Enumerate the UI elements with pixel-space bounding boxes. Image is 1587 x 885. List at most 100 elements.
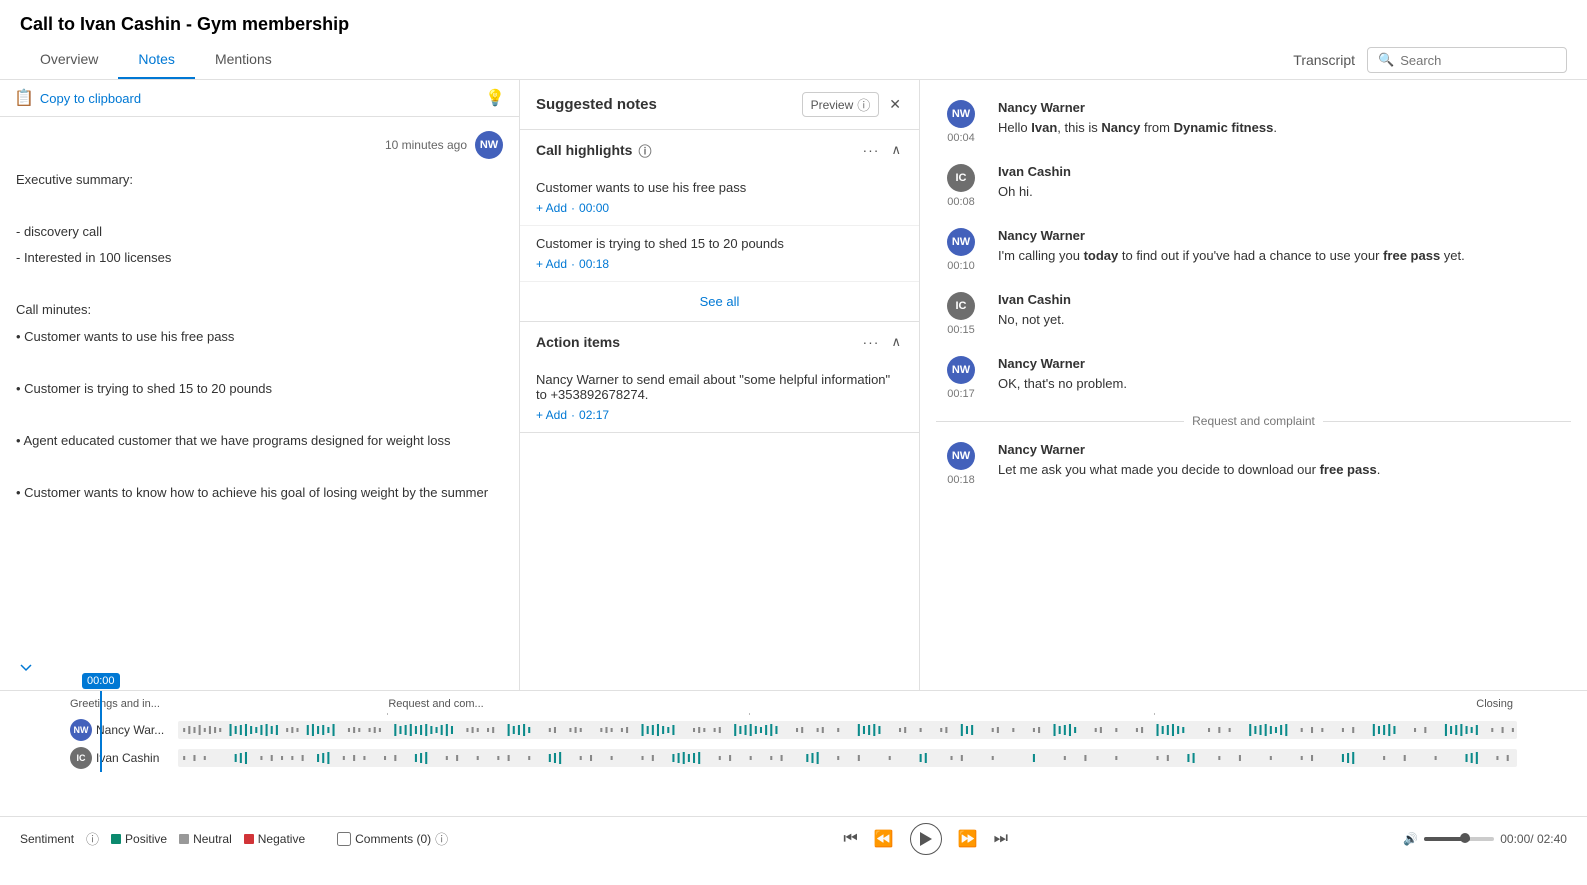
suggested-body: Call highlights Customer wants to use hi… [520,130,919,690]
track-avatar-nw: NW [70,719,92,741]
speaker-ic-1: Ivan Cashin [998,164,1571,179]
search-input[interactable] [1400,53,1556,68]
action-items-section: Action items Nancy Warner to send email … [520,322,919,433]
highlights-title: Call highlights [536,142,632,158]
search-icon: 🔍 [1378,52,1394,68]
comments-info-icon [435,829,448,848]
action-items-header: Action items [520,322,919,362]
action-separator-1: · [571,408,575,422]
avatar-nw-1: NW [947,100,975,128]
action-items-more-button[interactable] [860,332,881,352]
skip-to-start-button[interactable]: ⏮ [843,830,857,848]
transcript-meta-5: NW 00:17 [936,356,986,400]
speaker-nw-2: Nancy Warner [998,228,1571,243]
track-ivan: IC Ivan Cashin [70,747,1517,769]
ts-time-2: 00:08 [947,196,975,208]
playhead-label: 00:00 [82,673,120,689]
ts-time-5: 00:17 [947,388,975,400]
ts-time-6: 00:18 [947,474,975,486]
speech-text-5: OK, that's no problem. [998,374,1571,394]
volume-handle[interactable] [1460,833,1470,843]
speaker-nw-3: Nancy Warner [998,356,1571,371]
timestamp-2: 00:18 [579,257,609,271]
speaker-ic-2: Ivan Cashin [998,292,1571,307]
timeline-sections: Greetings and in... Request and com... C… [70,691,1517,713]
sentiment-neutral: Neutral [179,832,232,846]
action-items-title: Action items [536,334,620,350]
fast-forward-button[interactable]: ⏩ [958,829,978,849]
tabs-bar: Overview Notes Mentions Transcript 🔍 [0,41,1587,80]
speech-text-6: Let me ask you what made you decide to d… [998,460,1571,480]
add-highlight-1-button[interactable]: + Add · 00:00 [536,201,903,215]
ts-time-3: 00:10 [947,260,975,272]
transcript-content-6: Nancy Warner Let me ask you what made yo… [998,442,1571,486]
action-item-1: Nancy Warner to send email about "some h… [520,362,919,432]
speaker-nw-4: Nancy Warner [998,442,1571,457]
play-button[interactable] [910,823,942,855]
transcript-panel: NW 00:04 Nancy Warner Hello Ivan, this i… [920,80,1587,690]
close-suggested-button[interactable] [887,94,903,115]
transcript-entry-6: NW 00:18 Nancy Warner Let me ask you wha… [920,432,1587,496]
preview-label: Preview [811,98,854,112]
preview-badge[interactable]: Preview [802,92,880,117]
comments-checkbox[interactable] [337,832,351,846]
ts-time-1: 00:04 [947,132,975,144]
rewind-button[interactable]: ⏪ [874,829,894,849]
playback-controls: ⏮ ⏪ ⏩ ⏭ [843,823,1008,855]
tab-mentions[interactable]: Mentions [195,41,292,79]
track-bar-nw[interactable] [178,721,1517,739]
copy-label: Copy to clipboard [40,91,141,106]
tab-overview[interactable]: Overview [20,41,118,79]
separator-1: · [571,201,575,215]
timeline-wrapper: 00:00 Greetings and in... Request and co… [0,691,1587,816]
transcript-entry-4: IC 00:15 Ivan Cashin No, not yet. [920,282,1587,346]
highlights-more-button[interactable] [860,140,881,160]
transcript-entry-3: NW 00:10 Nancy Warner I'm calling you to… [920,218,1587,282]
note-timestamp: 10 minutes ago [385,138,467,152]
speech-text-3: I'm calling you today to find out if you… [998,246,1571,266]
waveform-ic [178,749,1517,767]
volume-icon[interactable]: 🔊 [1403,832,1418,846]
avatar-ic-2: IC [947,292,975,320]
main-content: 📋 Copy to clipboard 💡 10 minutes ago NW … [0,80,1587,690]
transcript-content-4: Ivan Cashin No, not yet. [998,292,1571,336]
notes-panel: 📋 Copy to clipboard 💡 10 minutes ago NW … [0,80,520,690]
search-box[interactable]: 🔍 [1367,47,1567,73]
sentiment-negative: Negative [244,832,305,846]
sentiment-label: Sentiment [20,832,74,846]
transcript-meta-3: NW 00:10 [936,228,986,272]
bottom-area: 00:00 Greetings and in... Request and co… [0,690,1587,860]
highlights-collapse-button[interactable] [889,140,903,160]
avatar-nw-3: NW [947,356,975,384]
tab-notes[interactable]: Notes [118,41,195,79]
skip-to-end-button[interactable]: ⏭ [994,830,1008,848]
notes-body: 10 minutes ago NW Executive summary: - d… [0,117,519,690]
transcript-meta-2: IC 00:08 [936,164,986,208]
volume-slider[interactable] [1424,837,1494,841]
sentiment-section: Sentiment Positive Neutral Negative Comm… [20,829,448,848]
notes-text[interactable]: Executive summary: - discovery call - In… [16,169,503,504]
call-highlights-section: Call highlights Customer wants to use hi… [520,130,919,322]
avatar-ic-1: IC [947,164,975,192]
copy-icon: 📋 [14,88,34,108]
track-nancy: NW Nancy War... [70,719,1517,741]
speech-text-1: Hello Ivan, this is Nancy from Dynamic f… [998,118,1571,138]
sentiment-info-icon [86,829,99,848]
track-bar-ic[interactable] [178,749,1517,767]
suggested-header: Suggested notes Preview [520,80,919,130]
page-title: Call to Ivan Cashin - Gym membership [0,0,1587,41]
chevron-down-icon[interactable] [16,657,36,680]
comments-label: Comments (0) [355,832,431,846]
highlight-item-1: Customer wants to use his free pass + Ad… [520,170,919,226]
bulb-icon[interactable]: 💡 [485,88,505,108]
transcript-body: NW 00:04 Nancy Warner Hello Ivan, this i… [920,80,1587,690]
action-items-collapse-button[interactable] [889,332,903,352]
separator-2: · [571,257,575,271]
copy-to-clipboard-button[interactable]: 📋 Copy to clipboard [14,88,141,108]
info-icon [857,95,870,114]
add-action-1-button[interactable]: + Add · 02:17 [536,408,903,422]
notes-toolbar: 📋 Copy to clipboard 💡 [0,80,519,117]
see-all-button[interactable]: See all [520,282,919,321]
add-highlight-2-button[interactable]: + Add · 00:18 [536,257,903,271]
section-separators [70,713,1517,715]
